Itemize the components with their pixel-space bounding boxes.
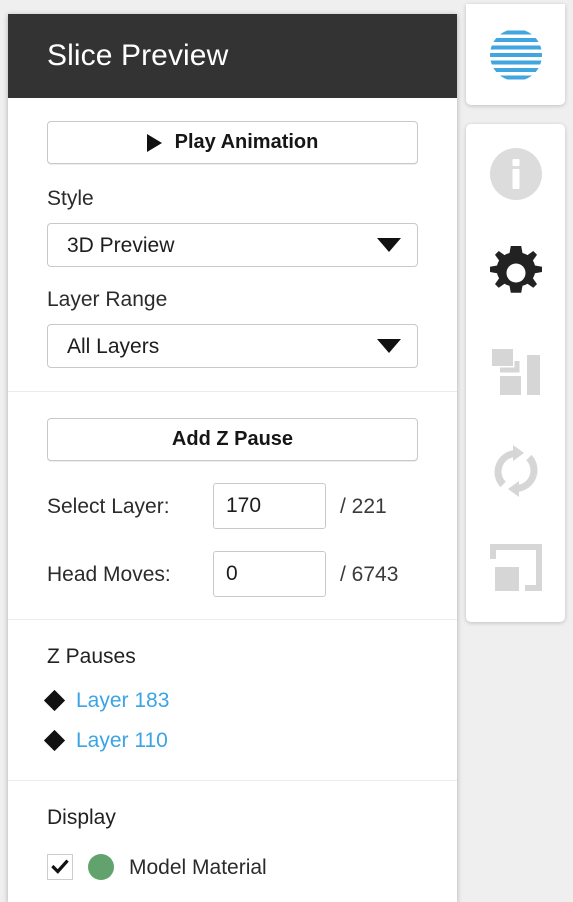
toolbar-group-primary: [466, 4, 565, 105]
select-layer-row: Select Layer: / 221: [47, 483, 418, 529]
layer-range-label: Layer Range: [47, 288, 168, 311]
z-pause-controls-section: Add Z Pause Select Layer: / 221 Head Mov…: [8, 392, 457, 619]
right-toolbar: [466, 0, 565, 902]
check-icon: [51, 859, 69, 874]
select-layer-input[interactable]: [213, 483, 326, 529]
refresh-tool-button[interactable]: [485, 440, 547, 502]
slice-preview-tool-button[interactable]: [485, 24, 547, 86]
arrange-layout-icon: [491, 349, 540, 395]
head-moves-input[interactable]: [213, 551, 326, 597]
head-moves-row: Head Moves: / 6743: [47, 551, 418, 597]
style-select[interactable]: 3D Preview: [47, 223, 418, 267]
diamond-marker-icon: [43, 729, 66, 751]
head-moves-total: / 6743: [340, 562, 399, 586]
play-icon: [146, 133, 162, 152]
settings-tool-button[interactable]: [485, 242, 547, 304]
style-select-value: 3D Preview: [67, 233, 175, 257]
chevron-down-icon: [377, 238, 401, 252]
select-layer-total: / 221: [340, 494, 387, 518]
z-pause-link[interactable]: Layer 183: [76, 690, 169, 711]
add-z-pause-button[interactable]: Add Z Pause: [47, 418, 418, 461]
refresh-sync-icon: [493, 445, 538, 497]
z-pause-list-item[interactable]: Layer 183: [43, 680, 418, 720]
model-material-checkbox[interactable]: [47, 854, 73, 880]
head-moves-label: Head Moves:: [47, 562, 171, 586]
z-pauses-heading: Z Pauses: [47, 645, 136, 668]
display-heading: Display: [47, 806, 116, 829]
chevron-down-icon: [377, 339, 401, 353]
layer-range-select[interactable]: All Layers: [47, 324, 418, 368]
arrange-tool-button[interactable]: [485, 341, 547, 403]
playback-section: Play Animation Style 3D Preview Layer Ra…: [8, 98, 457, 391]
z-pause-link[interactable]: Layer 110: [76, 730, 168, 751]
play-animation-label: Play Animation: [174, 131, 319, 153]
diamond-marker-icon: [43, 689, 66, 711]
z-pauses-section: Z Pauses Layer 183 Layer 110: [8, 620, 457, 780]
z-pause-list-item[interactable]: Layer 110: [43, 720, 418, 760]
toolbar-group-secondary: [466, 124, 565, 622]
display-list-item: Model Material: [47, 847, 418, 887]
layer-range-select-value: All Layers: [67, 334, 160, 358]
scale-resize-icon: [489, 544, 542, 591]
model-material-color-swatch[interactable]: [88, 854, 114, 880]
play-animation-button[interactable]: Play Animation: [47, 121, 418, 164]
select-layer-label: Select Layer:: [47, 494, 170, 518]
display-section: Display Model Material: [8, 781, 457, 887]
add-z-pause-label: Add Z Pause: [171, 428, 294, 450]
info-tool-button[interactable]: [485, 143, 547, 205]
slice-preview-icon: [489, 30, 542, 79]
slice-preview-panel: Slice Preview Play Animation Style 3D Pr…: [8, 14, 457, 902]
model-material-label: Model Material: [129, 855, 267, 879]
panel-header: Slice Preview: [8, 14, 457, 98]
settings-gear-icon: [489, 246, 542, 293]
info-icon: [489, 148, 542, 200]
scale-tool-button[interactable]: [485, 539, 547, 601]
page-title: Slice Preview: [47, 39, 229, 72]
style-label: Style: [47, 187, 94, 210]
